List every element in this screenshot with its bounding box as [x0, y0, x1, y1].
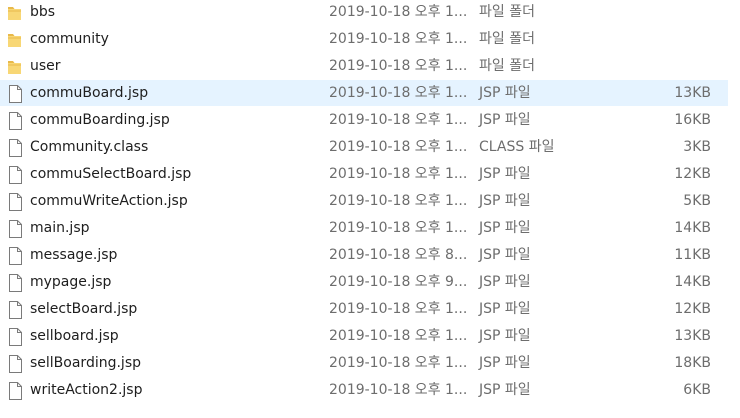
file-size: 14KB	[674, 274, 711, 290]
file-icon	[7, 111, 25, 131]
file-icon	[7, 327, 25, 347]
file-name: selectBoard.jsp	[30, 301, 138, 317]
file-type: JSP 파일	[479, 328, 531, 344]
file-name: sellBoarding.jsp	[30, 355, 142, 371]
date-modified: 2019-10-18 오후 1...	[329, 328, 468, 344]
file-name: bbs	[30, 4, 56, 20]
file-type: JSP 파일	[479, 85, 531, 101]
file-size: 13KB	[674, 85, 711, 101]
date-modified: 2019-10-18 오후 1...	[329, 112, 468, 128]
file-icon	[7, 138, 25, 158]
file-type: 파일 폴더	[479, 4, 535, 20]
date-modified: 2019-10-18 오후 1...	[329, 139, 468, 155]
file-name: main.jsp	[30, 220, 90, 236]
file-row[interactable]: user 2019-10-18 오후 1... 파일 폴더	[0, 53, 728, 79]
file-type: JSP 파일	[479, 247, 531, 263]
file-name: Community.class	[30, 139, 149, 155]
file-size: 13KB	[674, 328, 711, 344]
file-size: 14KB	[674, 220, 711, 236]
date-modified: 2019-10-18 오후 1...	[329, 85, 468, 101]
file-type: 파일 폴더	[479, 31, 535, 47]
file-name: community	[30, 31, 109, 47]
file-name: commuSelectBoard.jsp	[30, 166, 192, 182]
file-row[interactable]: bbs 2019-10-18 오후 1... 파일 폴더	[0, 0, 728, 25]
file-size: 12KB	[674, 301, 711, 317]
file-type: JSP 파일	[479, 274, 531, 290]
file-row[interactable]: commuSelectBoard.jsp 2019-10-18 오후 1... JS…	[0, 161, 728, 187]
file-name: message.jsp	[30, 247, 118, 263]
file-name: user	[30, 58, 61, 74]
file-name: mypage.jsp	[30, 274, 112, 290]
file-type: JSP 파일	[479, 301, 531, 317]
folder-icon	[7, 3, 25, 23]
file-row[interactable]: writeAction2.jsp 2019-10-18 오후 1... JSP 파일…	[0, 377, 728, 403]
date-modified: 2019-10-18 오후 1...	[329, 4, 468, 20]
file-size: 16KB	[674, 112, 711, 128]
date-modified: 2019-10-18 오후 1...	[329, 382, 468, 398]
file-row[interactable]: commuBoard.jsp 2019-10-18 오후 1... JSP 파일 13…	[0, 80, 728, 106]
file-row[interactable]: sellboard.jsp 2019-10-18 오후 1... JSP 파일 13K…	[0, 323, 728, 349]
file-type: JSP 파일	[479, 355, 531, 371]
file-icon	[7, 165, 25, 185]
folder-icon	[7, 57, 25, 77]
file-type: 파일 폴더	[479, 58, 535, 74]
file-row[interactable]: selectBoard.jsp 2019-10-18 오후 1... JSP 파일 1…	[0, 296, 728, 322]
date-modified: 2019-10-18 오후 9...	[329, 274, 468, 290]
file-icon	[7, 273, 25, 293]
file-icon	[7, 300, 25, 320]
file-size: 3KB	[683, 139, 711, 155]
file-icon	[7, 381, 25, 401]
date-modified: 2019-10-18 오후 1...	[329, 58, 468, 74]
file-icon	[7, 84, 25, 104]
file-type: CLASS 파일	[479, 139, 555, 155]
file-type: JSP 파일	[479, 166, 531, 182]
date-modified: 2019-10-18 오후 1...	[329, 301, 468, 317]
date-modified: 2019-10-18 오후 1...	[329, 355, 468, 371]
file-icon	[7, 192, 25, 212]
file-row[interactable]: mypage.jsp 2019-10-18 오후 9... JSP 파일 14KB	[0, 269, 728, 295]
folder-icon	[7, 30, 25, 50]
file-size: 18KB	[674, 355, 711, 371]
date-modified: 2019-10-18 오후 1...	[329, 31, 468, 47]
file-row[interactable]: community 2019-10-18 오후 1... 파일 폴더	[0, 26, 728, 52]
file-type: JSP 파일	[479, 112, 531, 128]
file-size: 11KB	[674, 247, 711, 263]
file-icon	[7, 354, 25, 374]
file-type: JSP 파일	[479, 220, 531, 236]
file-name: sellboard.jsp	[30, 328, 119, 344]
file-size: 6KB	[683, 382, 711, 398]
date-modified: 2019-10-18 오후 1...	[329, 220, 468, 236]
file-row[interactable]: sellBoarding.jsp 2019-10-18 오후 1... JSP 파일…	[0, 350, 728, 376]
file-icon	[7, 219, 25, 239]
date-modified: 2019-10-18 오후 8...	[329, 247, 468, 263]
date-modified: 2019-10-18 오후 1...	[329, 193, 468, 209]
file-type: JSP 파일	[479, 382, 531, 398]
file-name: commuBoard.jsp	[30, 85, 149, 101]
file-list: bbs 2019-10-18 오후 1... 파일 폴더 community 2019-…	[0, 0, 740, 418]
file-name: commuBoarding.jsp	[30, 112, 170, 128]
file-name: writeAction2.jsp	[30, 382, 143, 398]
file-type: JSP 파일	[479, 193, 531, 209]
file-size: 12KB	[674, 166, 711, 182]
file-row[interactable]: commuBoarding.jsp 2019-10-18 오후 1... JSP 파…	[0, 107, 728, 133]
file-row[interactable]: commuWriteAction.jsp 2019-10-18 오후 1... JS…	[0, 188, 728, 214]
file-row[interactable]: message.jsp 2019-10-18 오후 8... JSP 파일 11KB	[0, 242, 728, 268]
file-icon	[7, 246, 25, 266]
file-name: commuWriteAction.jsp	[30, 193, 188, 209]
file-row[interactable]: Community.class 2019-10-18 오후 1... CLASS 파…	[0, 134, 728, 160]
file-size: 5KB	[683, 193, 711, 209]
date-modified: 2019-10-18 오후 1...	[329, 166, 468, 182]
file-row[interactable]: main.jsp 2019-10-18 오후 1... JSP 파일 14KB	[0, 215, 728, 241]
